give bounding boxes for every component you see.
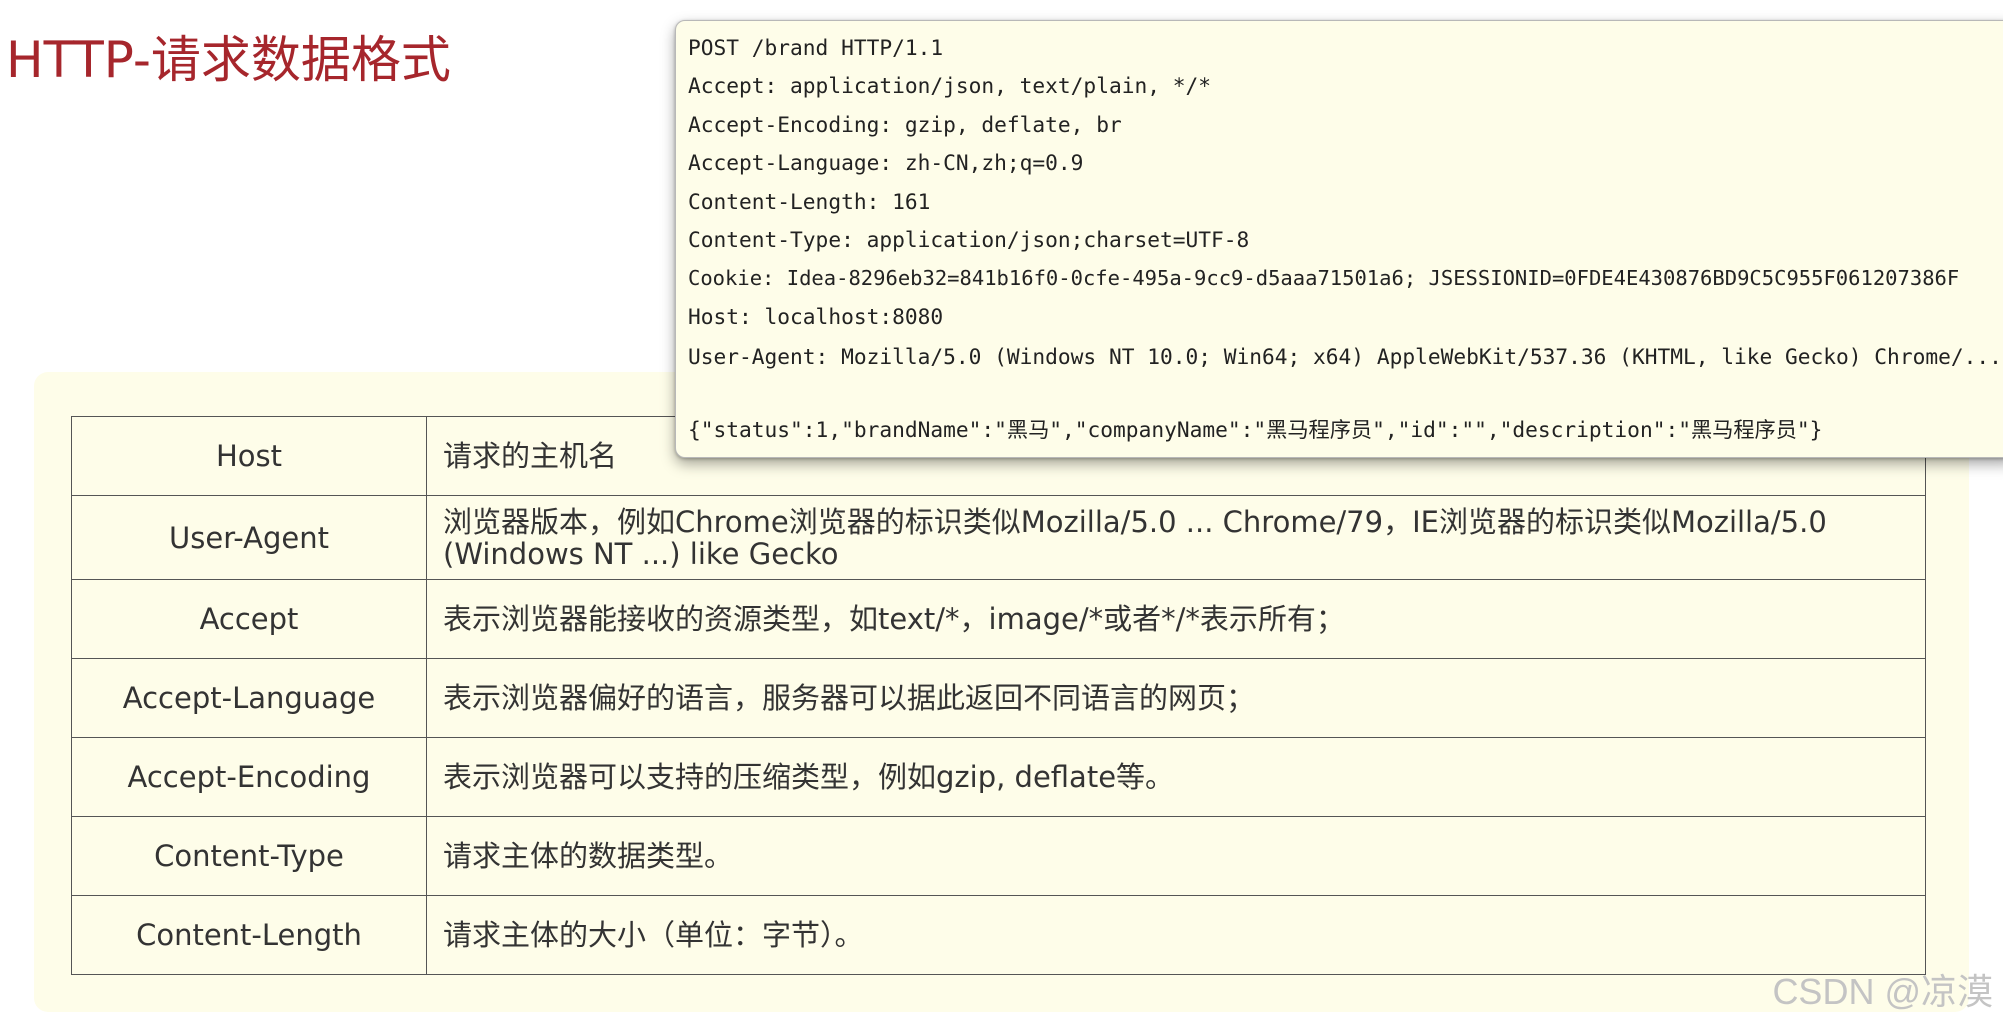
header-description: 表示浏览器能接收的资源类型，如text/*，image/*或者*/*表示所有； (426, 579, 1926, 659)
request-header-line: Host: localhost:8080 (688, 304, 944, 329)
header-description: 表示浏览器可以支持的压缩类型，例如gzip, deflate等。 (426, 737, 1926, 817)
table-row: Content-Type 请求主体的数据类型。 (71, 816, 1926, 896)
request-header-line: User-Agent: Mozilla/5.0 (Windows NT 10.0… (688, 344, 2002, 369)
request-body: {"status":1,"brandName":"黑马","companyNam… (688, 417, 1823, 442)
request-header-line: Cookie: Idea-8296eb32=841b16f0-0cfe-495a… (688, 266, 1960, 290)
http-request-example: POST /brand HTTP/1.1 Accept: application… (675, 20, 2003, 458)
request-header-line: Accept-Language: zh-CN,zh;q=0.9 (688, 150, 1084, 175)
table-row: Accept-Language 表示浏览器偏好的语言，服务器可以据此返回不同语言… (71, 658, 1926, 738)
header-name: Accept-Encoding (71, 737, 427, 817)
request-header-line: Content-Length: 161 (688, 189, 931, 214)
header-name: Host (71, 416, 427, 496)
header-description: 浏览器版本，例如Chrome浏览器的标识类似Mozilla/5.0 ... Ch… (426, 495, 1926, 580)
table-row: Content-Length 请求主体的大小（单位：字节）。 (71, 895, 1926, 975)
header-name: Content-Type (71, 816, 427, 896)
header-name: Accept-Language (71, 658, 427, 738)
request-header-line: Accept: application/json, text/plain, */… (688, 73, 1211, 98)
header-name: Content-Length (71, 895, 427, 975)
watermark: CSDN @凉漠 (1772, 971, 1993, 1012)
header-name: Accept (71, 579, 427, 659)
request-line: POST /brand HTTP/1.1 (688, 35, 944, 60)
table-row: Accept-Encoding 表示浏览器可以支持的压缩类型，例如gzip, d… (71, 737, 1926, 817)
request-header-line: Accept-Encoding: gzip, deflate, br (688, 112, 1122, 137)
table-row: Accept 表示浏览器能接收的资源类型，如text/*，image/*或者*/… (71, 579, 1926, 659)
request-header-line: Content-Type: application/json;charset=U… (688, 227, 1250, 252)
header-description: 请求主体的大小（单位：字节）。 (426, 895, 1926, 975)
http-header-table: Host 请求的主机名 User-Agent 浏览器版本，例如Chrome浏览器… (71, 416, 1926, 975)
header-name: User-Agent (71, 495, 427, 580)
page-title: HTTP-请求数据格式 (6, 31, 451, 89)
header-description: 请求主体的数据类型。 (426, 816, 1926, 896)
header-description: 表示浏览器偏好的语言，服务器可以据此返回不同语言的网页； (426, 658, 1926, 738)
table-row: User-Agent 浏览器版本，例如Chrome浏览器的标识类似Mozilla… (71, 495, 1926, 580)
